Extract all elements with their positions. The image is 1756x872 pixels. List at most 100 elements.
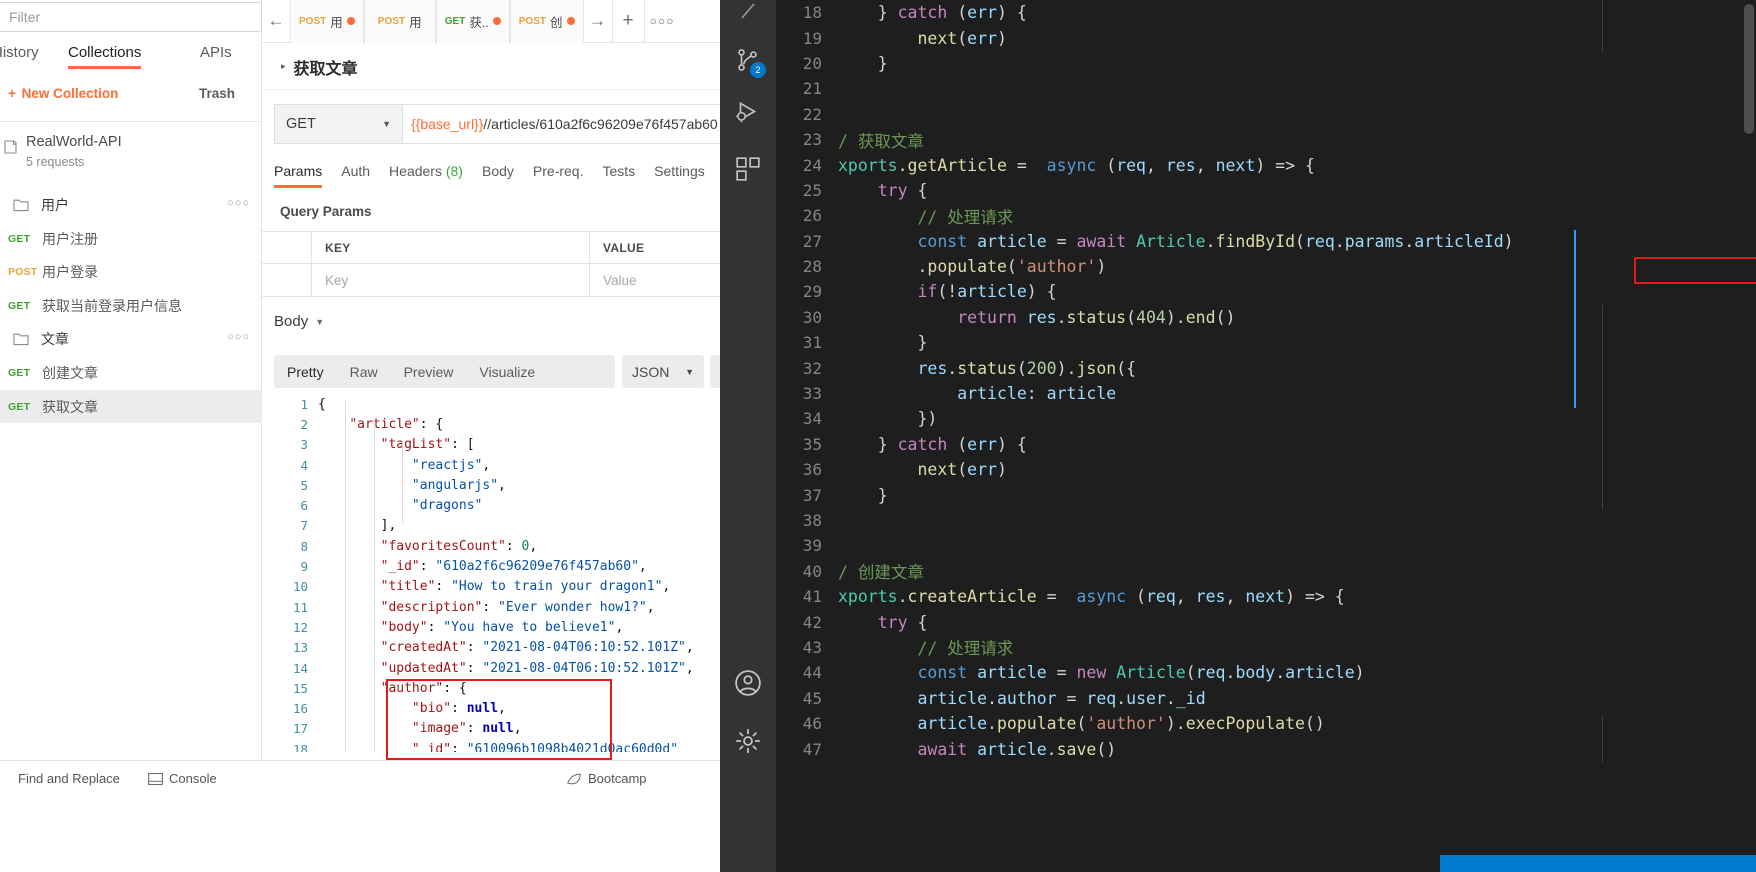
vscode-scrollbar[interactable] bbox=[1744, 4, 1754, 134]
segment-pretty[interactable]: Pretty bbox=[274, 364, 337, 380]
code-line: 14 "updatedAt": "2021-08-04T06:10:52.101… bbox=[274, 658, 720, 678]
line-number: 19 bbox=[802, 28, 822, 48]
breadcrumb: ▸ 获取文章 bbox=[262, 44, 720, 90]
collection-icon bbox=[4, 140, 17, 154]
find-and-replace-button[interactable]: Find and Replace bbox=[18, 771, 120, 786]
line-number: 28 bbox=[802, 257, 822, 277]
tab-more-icon[interactable]: ○○○ bbox=[643, 0, 680, 43]
trash-button[interactable]: Trash bbox=[199, 86, 235, 101]
unsaved-dot-icon bbox=[566, 17, 575, 25]
modified-gutter-marker bbox=[1574, 230, 1576, 408]
response-body-header[interactable]: Body ▼ bbox=[274, 313, 324, 330]
settings-gear-icon[interactable] bbox=[720, 717, 776, 765]
code-line: 7 ], bbox=[274, 516, 720, 536]
folder-more-icon[interactable]: ○○○ bbox=[227, 197, 250, 209]
segment-visualize[interactable]: Visualize bbox=[466, 364, 548, 380]
tab-settings[interactable]: Settings bbox=[654, 163, 705, 188]
sidebar-request-user-login[interactable]: POST 用户登录 bbox=[0, 255, 262, 288]
sidebar-folder-articles[interactable]: 文章 ○○○ bbox=[0, 322, 262, 355]
response-format-select[interactable]: JSON ▼ bbox=[622, 355, 704, 388]
filter-input[interactable]: Filter bbox=[0, 2, 262, 32]
response-body-code[interactable]: 1{2 "article": {3 "tagList": [4 "reactjs… bbox=[274, 394, 720, 752]
line-source: }) bbox=[917, 409, 938, 429]
code-line: 19 next(err) bbox=[776, 25, 1756, 50]
chevron-down-icon: ▼ bbox=[685, 366, 694, 377]
bootcamp-button[interactable]: Bootcamp bbox=[566, 771, 647, 786]
request-tab-bar: ← POST 用 POST 用 GET 获.. POST 创 → + ○○○ bbox=[262, 0, 720, 43]
tab-body[interactable]: Body bbox=[482, 163, 514, 188]
tab-collections[interactable]: Collections bbox=[68, 44, 142, 69]
collection-name: RealWorld-API bbox=[26, 134, 122, 150]
new-tab-button[interactable]: + bbox=[611, 0, 644, 43]
tab-headers[interactable]: Headers (8) bbox=[389, 163, 463, 188]
find-and-replace-label: Find and Replace bbox=[18, 771, 120, 786]
value-input[interactable]: Value bbox=[603, 273, 637, 288]
request-tab[interactable]: POST 创 bbox=[509, 0, 584, 43]
line-source: "image": null, bbox=[411, 721, 522, 737]
account-icon[interactable] bbox=[720, 659, 776, 707]
row-checkbox-cell[interactable] bbox=[262, 264, 312, 296]
line-number: 32 bbox=[802, 358, 822, 378]
query-params-row: Key Value bbox=[262, 264, 720, 297]
code-line: 39 bbox=[776, 533, 1756, 558]
code-line: 41 xports.createArticle = async (req, res… bbox=[776, 584, 1756, 609]
url-input[interactable]: {{base_url}}//articles/610a2f6c96209e76f… bbox=[402, 104, 720, 144]
tab-apis[interactable]: APIs bbox=[200, 44, 232, 69]
line-number: 47 bbox=[802, 739, 822, 759]
postman-sidebar: Filter History Collections APIs + New Co… bbox=[0, 0, 262, 872]
tab-auth[interactable]: Auth bbox=[341, 163, 370, 188]
line-source: } bbox=[917, 333, 928, 353]
tab-tests[interactable]: Tests bbox=[602, 163, 635, 188]
line-number: 9 bbox=[300, 559, 308, 575]
line-number: 18 bbox=[292, 741, 308, 752]
sidebar-request-get-article[interactable]: GET 获取文章 bbox=[0, 390, 262, 423]
collection-item-realworld-api[interactable]: RealWorld-API 5 requests bbox=[0, 130, 262, 177]
line-number: 34 bbox=[802, 409, 822, 429]
code-line: 17 "image": null, bbox=[274, 719, 720, 739]
sidebar-request-create-article[interactable]: GET 创建文章 bbox=[0, 356, 262, 389]
extensions-icon[interactable] bbox=[720, 145, 776, 193]
request-tab[interactable]: GET 获.. bbox=[435, 0, 510, 43]
explorer-icon[interactable] bbox=[720, 0, 776, 34]
column-header-key: KEY bbox=[325, 240, 351, 255]
line-source: article.populate('author').execPopulate(… bbox=[917, 714, 1325, 734]
indent-guide bbox=[402, 441, 403, 523]
word-wrap-icon[interactable] bbox=[710, 355, 720, 388]
method-select[interactable]: GET ▼ bbox=[274, 104, 402, 144]
request-tab[interactable]: POST 用 bbox=[363, 0, 436, 43]
vscode-editor[interactable]: 18 } catch (err) {19 next(err) 20 } 21 22 23… bbox=[776, 0, 1756, 872]
sidebar-folder-users[interactable]: 用户 ○○○ bbox=[0, 188, 262, 221]
line-source: const article = await Article.findById(r… bbox=[917, 231, 1514, 251]
source-control-icon[interactable]: 2 bbox=[720, 36, 776, 84]
sidebar-request-current-user[interactable]: GET 获取当前登录用户信息 bbox=[0, 289, 262, 322]
tab-method: POST bbox=[299, 15, 327, 27]
line-number: 35 bbox=[802, 434, 822, 454]
key-input[interactable]: Key bbox=[325, 273, 348, 288]
segment-raw[interactable]: Raw bbox=[337, 364, 391, 380]
request-tab[interactable]: POST 用 bbox=[290, 0, 364, 43]
new-collection-button[interactable]: + New Collection bbox=[8, 86, 118, 101]
console-button[interactable]: Console bbox=[148, 771, 217, 786]
arrow-left-icon[interactable]: ← bbox=[262, 0, 290, 43]
arrow-right-icon[interactable]: → bbox=[584, 0, 612, 43]
line-source: xports.createArticle = async (req, res, … bbox=[838, 587, 1345, 607]
folder-more-icon[interactable]: ○○○ bbox=[227, 331, 250, 343]
run-debug-icon[interactable] bbox=[720, 88, 776, 136]
select-all-cell[interactable] bbox=[262, 232, 312, 263]
sidebar-divider bbox=[0, 121, 262, 122]
code-line: 24 xports.getArticle = async (req, res, n… bbox=[776, 152, 1756, 177]
tab-pre-request[interactable]: Pre-req. bbox=[533, 163, 584, 188]
postman-window: Filter History Collections APIs + New Co… bbox=[0, 0, 720, 872]
tab-history[interactable]: History bbox=[0, 44, 39, 69]
page-title: 获取文章 bbox=[293, 60, 358, 78]
code-line: 29 if(!article) { bbox=[776, 279, 1756, 304]
segment-preview[interactable]: Preview bbox=[391, 364, 467, 380]
line-number: 20 bbox=[802, 53, 822, 73]
chevron-right-icon[interactable]: ▸ bbox=[281, 61, 286, 72]
vscode-activity-bar: 2 bbox=[720, 0, 776, 872]
sidebar-request-user-register[interactable]: GET 用户注册 bbox=[0, 222, 262, 255]
tab-params[interactable]: Params bbox=[274, 163, 323, 188]
line-source: if(!article) { bbox=[917, 282, 1057, 302]
line-number: 39 bbox=[802, 536, 822, 556]
screen: Filter History Collections APIs + New Co… bbox=[0, 0, 1756, 872]
